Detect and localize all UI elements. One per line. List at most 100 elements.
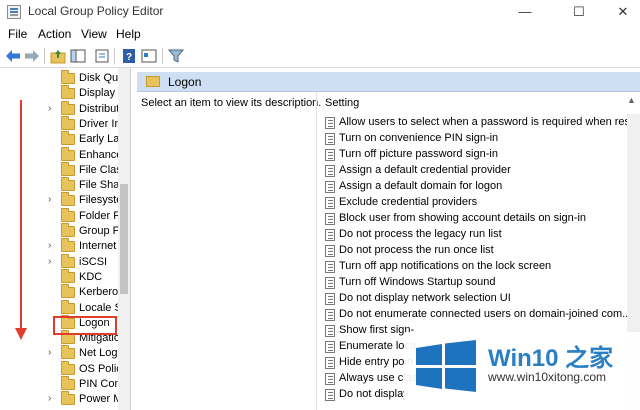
setting-column-header[interactable]: Setting [317,92,627,114]
tree-scrollbar-thumb[interactable] [120,184,128,294]
close-button[interactable]: ✕ [600,0,640,24]
policy-setting-icon [325,293,335,305]
policy-setting-icon [325,133,335,145]
policy-setting-icon [325,389,335,401]
tree-scrollbar[interactable] [118,68,130,410]
tree-item[interactable]: › Distribut [0,100,118,118]
menu-help[interactable]: Help [116,27,141,41]
tree-item[interactable]: › Power M [0,391,118,408]
chevron-right-icon[interactable]: › [48,393,51,404]
minimize-button[interactable]: — [502,0,548,24]
setting-row[interactable]: Turn off app notifications on the lock s… [325,259,627,275]
export-list-icon[interactable] [93,47,111,65]
toolbar: ? [0,44,640,68]
folder-icon [61,345,75,360]
policy-setting-icon [325,325,335,337]
setting-label: Do not process the run once list [339,244,494,256]
policy-setting-icon [325,277,335,289]
tree-item[interactable]: File Clas [0,161,118,179]
folder-icon [61,100,75,115]
forward-arrow-icon[interactable] [23,47,41,65]
sort-up-icon[interactable]: ▲ [627,95,636,105]
setting-row[interactable]: Exclude credential providers [325,195,627,211]
tree-item[interactable]: PIN Com [0,376,118,393]
policy-editor-icon [7,5,21,19]
setting-row[interactable]: Assign a default credential provider [325,163,627,179]
properties-icon[interactable] [140,47,158,65]
policy-setting-icon [325,117,335,129]
help-icon[interactable]: ? [120,47,138,65]
setting-row[interactable]: Do not enumerate connected users on doma… [325,307,627,323]
tree-item-label: PIN Com [79,378,118,390]
tree-item[interactable]: Disk Quo [0,70,118,87]
maximize-button[interactable]: ☐ [556,0,602,24]
setting-label: Allow users to select when a password is… [339,116,627,128]
setting-row[interactable]: Block user from showing account details … [325,211,627,227]
tree-item[interactable]: Enhance [0,146,118,164]
folder-icon [146,76,160,87]
setting-label: Exclude credential providers [339,196,478,208]
policy-setting-icon [325,213,335,225]
policy-setting-icon [325,341,335,353]
tree-item[interactable]: File Shar [0,177,118,194]
show-hide-tree-icon[interactable] [69,47,87,65]
back-arrow-icon[interactable] [4,47,22,65]
folder-icon [61,192,75,207]
tree-item[interactable]: Display [0,85,118,102]
setting-row[interactable]: Assign a default domain for logon [325,179,627,195]
tree-item[interactable]: Kerberos [0,284,118,301]
policy-setting-icon [325,149,335,161]
policy-setting-icon [325,309,335,321]
policy-setting-icon [325,357,335,369]
tree-item-label: OS Polic [79,362,118,375]
tree-item[interactable]: KDC [0,268,118,286]
annotation-highlight-box [53,316,117,335]
folder-icon [61,284,75,299]
svg-text:?: ? [126,52,132,63]
tree-item[interactable]: Locale S [0,299,118,317]
setting-row[interactable]: Do not display network selection UI [325,291,627,307]
setting-label: Turn off picture password sign-in [339,148,498,160]
tree-item-label: iSCSI [79,255,108,268]
folder-icon [61,360,75,375]
tree-item-label: Early Lau [79,133,118,146]
tree-item[interactable]: › Filesyste [0,192,118,209]
setting-row[interactable]: Turn off picture password sign-in [325,147,627,163]
chevron-right-icon[interactable]: › [48,240,51,251]
folder-icon [61,253,75,268]
menu-view[interactable]: View [81,27,107,41]
setting-label: Do not enumerate connected users on doma… [339,308,627,320]
tree-item[interactable]: Group P [0,223,118,240]
up-folder-icon[interactable] [49,47,67,65]
folder-icon [61,223,75,237]
annotation-arrow [20,100,22,332]
chevron-right-icon[interactable]: › [48,103,51,114]
menu-file[interactable]: File [8,27,27,41]
setting-row[interactable]: Turn off Windows Startup sound [325,275,627,291]
menu-action[interactable]: Action [38,27,71,41]
tree-item[interactable]: › Internet [0,238,118,255]
setting-label: Turn off Windows Startup sound [339,276,496,288]
setting-row[interactable]: Turn on convenience PIN sign-in [325,131,627,147]
setting-row[interactable]: Allow users to select when a password is… [325,115,627,131]
tree-item[interactable]: Early Lau [0,131,118,148]
tree-item[interactable]: Folder R [0,207,118,225]
tree-item-label: Driver In [79,117,118,130]
tree-item-label: File Clas [79,163,118,176]
chevron-right-icon[interactable]: › [48,347,51,358]
folder-icon [61,161,75,176]
tree-item-label: Disk Quo [79,72,118,84]
tree-item[interactable]: › Net Logo [0,345,118,362]
tree-item[interactable]: Driver In [0,115,118,133]
chevron-right-icon[interactable]: › [48,194,51,205]
setting-row[interactable]: Do not process the run once list [325,243,627,259]
tree-item-label: Locale S [79,301,118,314]
folder-icon [61,146,75,161]
chevron-right-icon[interactable]: › [48,256,51,267]
watermark-url: www.win10xitong.com [488,370,607,384]
setting-row[interactable]: Do not process the legacy run list [325,227,627,243]
tree-item[interactable]: OS Polic [0,360,118,378]
filter-icon[interactable] [167,47,185,65]
folder-icon [61,115,75,130]
tree-item[interactable]: › iSCSI [0,253,118,271]
